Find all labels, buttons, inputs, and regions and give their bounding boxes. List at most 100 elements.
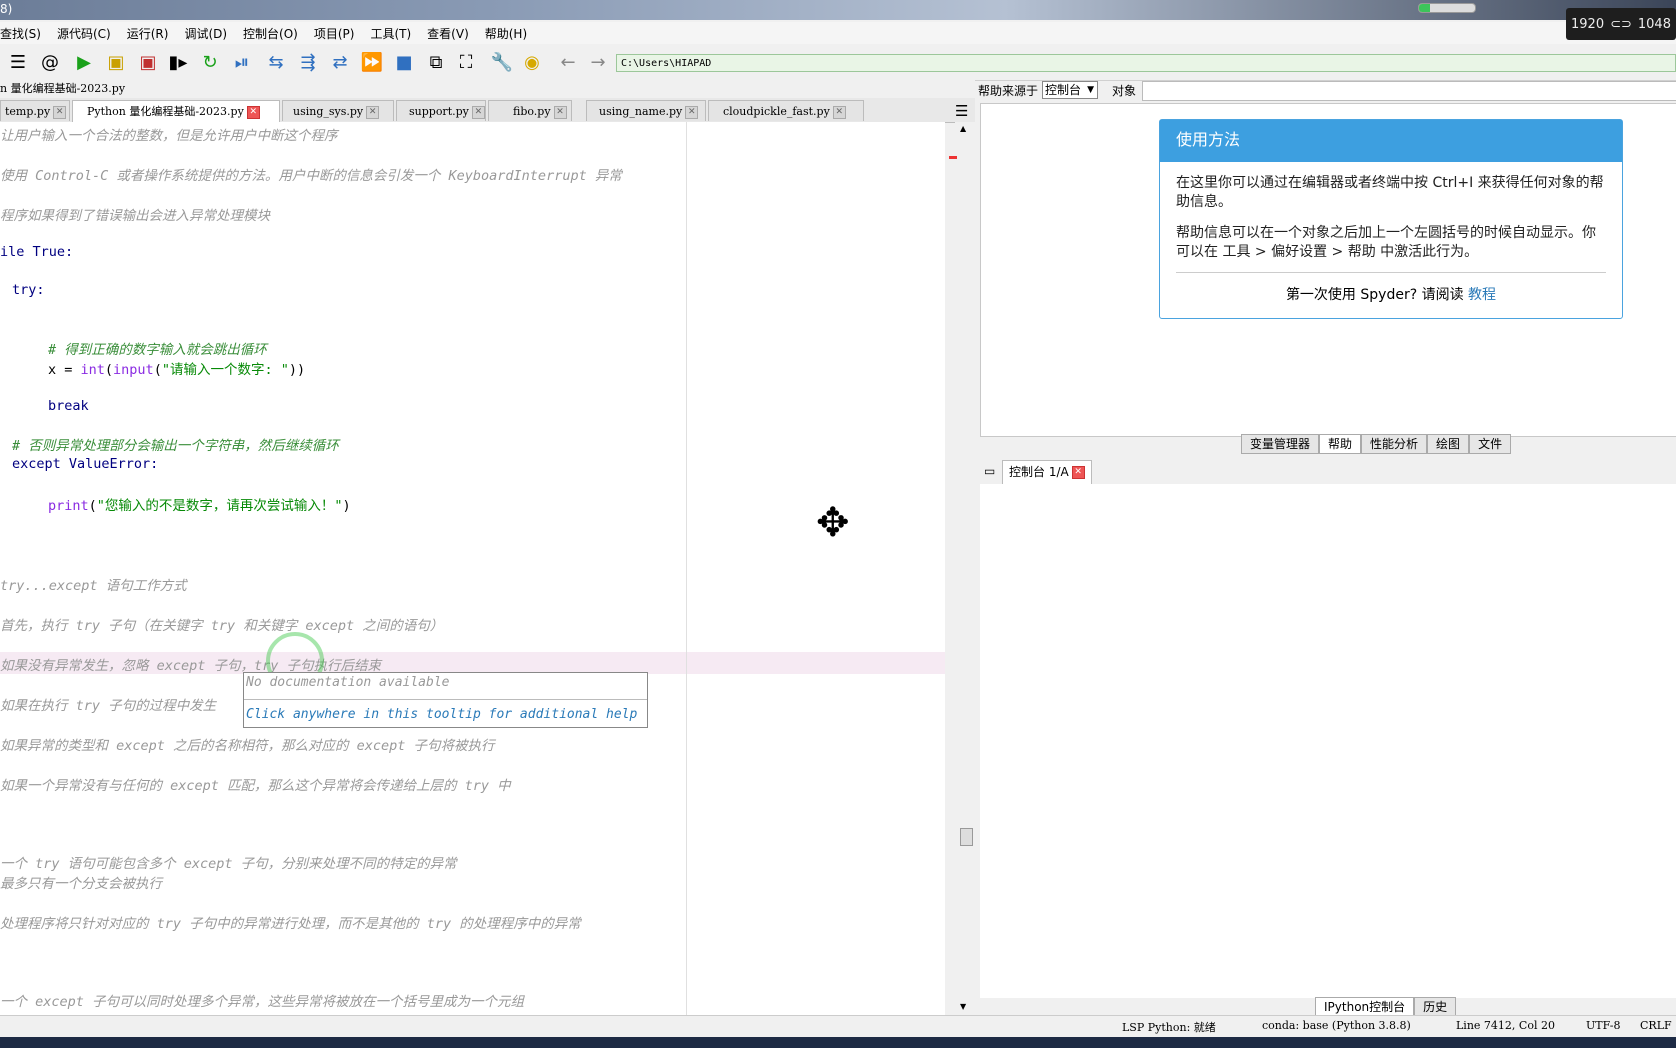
code-line: 程序如果得到了错误输出会进入异常处理模块 [0, 208, 270, 224]
console-output[interactable] [980, 484, 1676, 998]
python-path-icon[interactable]: ◉ [520, 50, 544, 74]
object-label: 对象 [1112, 83, 1137, 98]
close-icon[interactable]: ✕ [53, 105, 67, 119]
window-title-strip: 8) [0, 0, 1676, 20]
scroll-thumb[interactable] [960, 828, 973, 846]
tab-plots[interactable]: 绘图 [1427, 434, 1470, 454]
at-icon[interactable]: @ [38, 50, 62, 74]
folder-icon[interactable]: ▭ [984, 464, 995, 478]
code-editor[interactable]: 让用户输入一个合法的整数，但是允许用户中断这个程序 使用 Control-C 或… [0, 122, 945, 1015]
tooltip-help-link[interactable]: Click anywhere in this tooltip for addit… [246, 707, 637, 722]
maximize-pane-icon[interactable]: ⧉ [424, 50, 448, 74]
tab-label: Python 量化编程基础-2023.py [87, 105, 244, 118]
menu-tools[interactable]: 工具(T) [362, 25, 419, 42]
scroll-down-icon[interactable]: ▼ [960, 1002, 966, 1011]
forward-arrow-icon[interactable]: → [586, 50, 610, 74]
continue-icon[interactable]: ⏩ [360, 50, 384, 74]
edge-line [686, 122, 687, 1015]
menu-help[interactable]: 帮助(H) [477, 25, 535, 42]
close-icon[interactable]: ✕ [832, 105, 846, 119]
tab-files[interactable]: 文件 [1469, 434, 1512, 454]
menu-run[interactable]: 运行(R) [119, 25, 177, 42]
tab-history[interactable]: 历史 [1414, 997, 1457, 1017]
tab-using-sys[interactable]: using_sys.py ✕ [282, 100, 394, 121]
tab-profiler[interactable]: 性能分析 [1361, 434, 1428, 454]
encoding-status: UTF-8 [1586, 1019, 1621, 1032]
tab-main[interactable]: Python 量化编程基础-2023.py ✕ [72, 100, 280, 123]
tab-label: temp.py [5, 105, 51, 118]
menu-console[interactable]: 控制台(O) [235, 25, 306, 42]
editor-scrollbar[interactable]: ▲ ▼ [949, 122, 975, 1015]
editor-file-title: n 量化编程基础-2023.py [0, 80, 975, 98]
doc-tooltip[interactable]: No documentation available Click anywher… [243, 672, 648, 728]
tutorial-link[interactable]: 教程 [1468, 287, 1496, 303]
help-source-select[interactable]: 控制台 ▼ [1042, 81, 1099, 99]
tab-label: fibo.py [513, 105, 551, 118]
usage-card-footer: 第一次使用 Spyder? 请阅读 教程 [1285, 287, 1497, 303]
menu-source[interactable]: 源代码(C) [49, 25, 119, 42]
resolution-overlay: 1920 ⊂⊃ 1048 [1566, 8, 1676, 40]
code-line: print("您输入的不是数字，请再次尝试输入！") [48, 498, 351, 514]
tab-temp[interactable]: temp.py ✕ [0, 100, 70, 121]
run-cell-icon[interactable]: ▣ [104, 50, 128, 74]
editor-tabs: temp.py ✕ Python 量化编程基础-2023.py ✕ using_sy… [0, 98, 975, 123]
tab-using-name[interactable]: using_name.py ✕ [586, 100, 706, 121]
status-bar: LSP Python: 就绪 conda: base (Python 3.8.8… [0, 1015, 1676, 1036]
resolution-width: 1920 [1571, 16, 1605, 32]
close-icon[interactable]: ✕ [553, 105, 567, 119]
toolbar: ☰ @ ▶ ▣ ▣ ▮▸ ↻ ⏯ ⇆ ⇶ ⇄ ⏩ ■ ⧉ ⛶ 🔧 ◉ ← → C… [0, 44, 1676, 81]
tab-cloudpickle[interactable]: cloudpickle_fast.py ✕ [708, 100, 864, 121]
tab-variable-explorer[interactable]: 变量管理器 [1241, 434, 1320, 454]
code-line: # 否则异常处理部分会输出一个字符串，然后继续循环 [12, 438, 339, 454]
code-line: 让用户输入一个合法的整数，但是允许用户中断这个程序 [0, 128, 338, 144]
rerun-icon[interactable]: ↻ [198, 50, 222, 74]
code-line: ile True: [0, 244, 74, 260]
close-icon[interactable]: ✕ [1071, 466, 1085, 479]
stop-icon[interactable]: ■ [392, 50, 416, 74]
tab-fibo[interactable]: fibo.py ✕ [488, 100, 572, 121]
step-return-icon[interactable]: ⇄ [328, 50, 352, 74]
usage-card-p2: 帮助信息可以在一个对象之后加上一个左圆括号的时候自动显示。你可以在 工具 > 偏… [1176, 225, 1596, 260]
menu-debug[interactable]: 调试(D) [176, 25, 235, 42]
tab-label: support.py [409, 105, 469, 118]
code-line: 使用 Control-C 或者操作系统提供的方法。用户中断的信息会引发一个 Ke… [0, 168, 622, 184]
back-arrow-icon[interactable]: ← [556, 50, 580, 74]
run-icon[interactable]: ▶ [72, 50, 96, 74]
debug-icon[interactable]: ⏯ [230, 50, 254, 74]
scroll-up-icon[interactable]: ▲ [960, 124, 966, 133]
tab-label: cloudpickle_fast.py [723, 105, 830, 118]
code-line: 最多只有一个分支会被执行 [0, 876, 162, 892]
usage-card-p1: 在这里你可以通过在编辑器或者终端中按 Ctrl+I 来获得任何对象的帮助信息。 [1176, 175, 1604, 210]
code-line: # 得到正确的数字输入就会跳出循环 [48, 342, 267, 358]
close-icon[interactable]: ✕ [366, 105, 380, 119]
menu-bar: 查找(S) 源代码(C) 运行(R) 调试(D) 控制台(O) 项目(P) 工具… [0, 22, 1676, 44]
tooltip-text: No documentation available [246, 675, 450, 690]
step-into-icon[interactable]: ⇶ [296, 50, 320, 74]
step-icon[interactable]: ⇆ [264, 50, 288, 74]
menu-project[interactable]: 项目(P) [306, 25, 363, 42]
tabs-menu-icon[interactable]: ☰ [955, 102, 968, 120]
code-line: try...except 语句工作方式 [0, 578, 187, 594]
outline-icon[interactable]: ☰ [6, 50, 30, 74]
os-taskbar [0, 1037, 1676, 1048]
tab-ipython-console[interactable]: IPython控制台 [1315, 997, 1415, 1017]
menu-view[interactable]: 查看(V) [419, 25, 477, 42]
move-cursor-icon: ✥ [816, 500, 850, 546]
progress-indicator [1418, 3, 1476, 13]
console-tab[interactable]: 控制台 1/A ✕ [1002, 460, 1092, 485]
wrench-icon[interactable]: 🔧 [490, 50, 514, 74]
close-icon[interactable]: ✕ [246, 105, 260, 119]
tab-label: using_sys.py [293, 105, 364, 118]
working-directory-input[interactable]: C:\Users\HIAPAD [616, 54, 1676, 72]
close-icon[interactable]: ✕ [685, 105, 699, 119]
fullscreen-icon[interactable]: ⛶ [454, 50, 478, 74]
run-cell-advance-icon[interactable]: ▣ [136, 50, 160, 74]
run-selection-icon[interactable]: ▮▸ [166, 50, 190, 74]
close-icon[interactable]: ✕ [471, 105, 485, 119]
tab-help[interactable]: 帮助 [1319, 434, 1362, 454]
menu-search[interactable]: 查找(S) [0, 25, 49, 42]
tab-support[interactable]: support.py ✕ [396, 100, 486, 121]
usage-card-title: 使用方法 [1160, 120, 1622, 162]
console-header: ▭ 控制台 1/A ✕ [980, 460, 1676, 485]
object-input[interactable] [1142, 81, 1676, 101]
